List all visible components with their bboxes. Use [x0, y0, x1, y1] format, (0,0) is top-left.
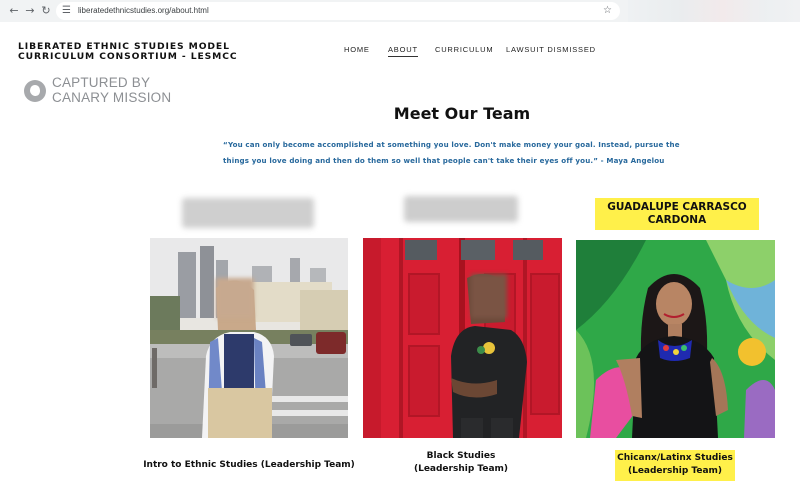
blurred-toolbar-region — [628, 0, 800, 22]
canary-logo-icon — [24, 80, 46, 102]
quote-line1: “You can only become accomplished at som… — [223, 140, 680, 149]
blurred-name-2 — [404, 196, 518, 222]
member-photo-1 — [150, 238, 348, 438]
member-name-3: GUADALUPE CARRASCO CARDONA — [595, 198, 759, 230]
watermark-text: CAPTURED BY CANARY MISSION — [52, 75, 172, 105]
member-photo-2 — [363, 238, 562, 438]
reload-icon[interactable]: ↻ — [38, 3, 54, 19]
member-caption-3-line2: (Leadership Team) — [627, 466, 723, 476]
member-caption-1: Intro to Ethnic Studies (Leadership Team… — [140, 459, 358, 472]
member-caption-3: Chicanx/Latinx Studies (Leadership Team) — [615, 450, 735, 481]
member-name-3-line1: GUADALUPE CARRASCO — [607, 201, 747, 213]
member-caption-2-line2: (Leadership Team) — [413, 464, 509, 474]
member-caption-2-line1: Black Studies — [426, 451, 496, 461]
city-street-scene — [150, 238, 348, 438]
browser-toolbar: ← → ↻ ☰ liberatedethnicstudies.org/about… — [0, 0, 800, 22]
mural-scene — [576, 240, 775, 438]
nav-curriculum[interactable]: CURRICULUM — [435, 45, 493, 55]
member-photo-3 — [576, 240, 775, 438]
site-info-icon[interactable]: ☰ — [62, 4, 74, 18]
forward-arrow-icon[interactable]: → — [22, 3, 38, 19]
quote: “You can only become accomplished at som… — [223, 137, 703, 168]
member-caption-2: Black Studies (Leadership Team) — [380, 450, 542, 476]
nav-home[interactable]: HOME — [344, 45, 370, 55]
quote-line2: things you love doing and then do them s… — [223, 155, 665, 165]
site-title[interactable]: LIBERATED ETHNIC STUDIES MODEL CURRICULU… — [18, 42, 238, 62]
blurred-face-1 — [216, 278, 254, 318]
star-icon[interactable]: ☆ — [603, 3, 612, 19]
member-name-3-line2: CARDONA — [647, 213, 707, 226]
nav-about[interactable]: ABOUT — [388, 45, 418, 57]
url-text[interactable]: liberatedethnicstudies.org/about.html — [78, 4, 209, 18]
page-title: Meet Our Team — [393, 104, 531, 123]
red-door-scene — [363, 238, 562, 438]
watermark-line1: CAPTURED BY — [52, 75, 151, 90]
blurred-face-2 — [471, 274, 507, 318]
address-bar[interactable]: ☰ liberatedethnicstudies.org/about.html … — [56, 2, 620, 20]
site-title-line2: CURRICULUM CONSORTIUM - LESMCC — [18, 51, 238, 62]
back-arrow-icon[interactable]: ← — [6, 3, 22, 19]
watermark-line2: CANARY MISSION — [52, 89, 172, 105]
nav-lawsuit-dismissed[interactable]: LAWSUIT DISMISSED — [506, 45, 596, 55]
blurred-name-1 — [182, 198, 314, 228]
member-caption-1-line1: Intro to Ethnic Studies (Leadership Team… — [143, 460, 355, 470]
member-caption-3-line1: Chicanx/Latinx Studies — [617, 453, 733, 463]
